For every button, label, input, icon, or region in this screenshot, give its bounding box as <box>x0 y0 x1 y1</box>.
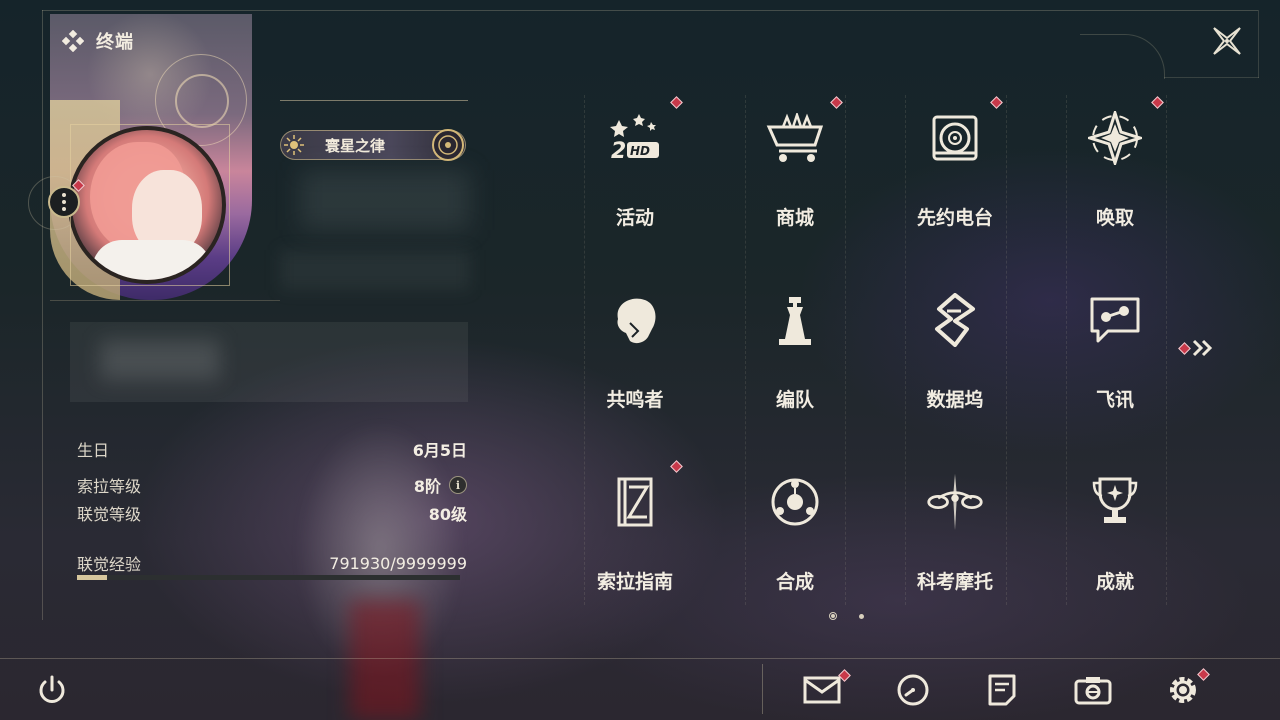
nameplate[interactable]: 寰星之律 <box>280 129 466 161</box>
menu-item-label: 科考摩托 <box>916 571 993 593</box>
app-header: 终端 <box>62 28 134 54</box>
resonator-head-icon <box>605 292 665 348</box>
frame-line-left <box>42 10 43 620</box>
convene-star-icon <box>1085 110 1145 166</box>
bottom-bar-divider <box>0 658 1280 659</box>
menu-item-guide[interactable]: 索拉指南 <box>555 454 715 604</box>
menu-item-data-dock[interactable]: 数据坞 <box>875 272 1035 422</box>
frame-line-right <box>1258 10 1259 78</box>
sun-icon <box>284 135 304 155</box>
settings-icon <box>1170 677 1196 703</box>
info-row-union-level: 联觉等级 80级 <box>77 501 467 525</box>
team-chess-icon <box>765 292 825 348</box>
info-icon[interactable]: i <box>449 476 467 494</box>
page-indicator-active[interactable] <box>829 612 837 620</box>
exp-progress-fill <box>77 575 108 580</box>
info-row-union-exp: 联觉经验 791930/9999999 <box>77 551 467 575</box>
menu-item-achievement[interactable]: 成就 <box>1035 454 1195 604</box>
svg-text:HD: HD <box>630 144 650 158</box>
menu-item-motorbike[interactable]: 科考摩托 <box>875 454 1035 604</box>
mail-icon <box>803 676 841 704</box>
motorbike-icon <box>925 473 985 531</box>
synthesis-icon <box>765 474 825 530</box>
nameplate-disc-icon <box>432 129 464 161</box>
menu-item-label: 共鸣者 <box>606 389 664 411</box>
menu-item-synthesis[interactable]: 合成 <box>715 454 875 604</box>
profile-menu-button[interactable] <box>48 186 80 218</box>
info-row-sola-level: 索拉等级 8阶 i <box>77 473 467 497</box>
page-title: 终端 <box>96 32 134 53</box>
camera-button[interactable] <box>1071 668 1115 712</box>
card-decoration-ring-inner <box>175 74 229 128</box>
nameplate-divider <box>280 100 468 101</box>
power-icon <box>39 675 65 703</box>
info-value: 791930/9999999 <box>329 553 467 573</box>
info-value: 6月5日 <box>412 441 467 460</box>
next-page-badge <box>1178 341 1191 355</box>
blurred-text-area-2 <box>280 250 470 290</box>
menu-item-label: 合成 <box>775 571 814 593</box>
menu-item-team[interactable]: 编队 <box>715 272 875 422</box>
chat-message-icon <box>1085 292 1145 348</box>
frame-line-top <box>42 10 1258 11</box>
menu-item-label: 商城 <box>775 207 814 229</box>
info-row-birthday: 生日 6月5日 <box>77 437 467 461</box>
close-icon <box>1213 27 1241 55</box>
frame-curve <box>1080 34 1165 79</box>
shop-cart-icon <box>765 110 825 166</box>
exp-progress-bar <box>77 575 460 580</box>
menu-item-resonator[interactable]: 共鸣者 <box>555 272 715 422</box>
menu-item-shop[interactable]: 商城 <box>715 90 875 240</box>
data-dock-icon <box>925 292 985 348</box>
bottom-bar-separator <box>762 664 763 714</box>
clock-icon <box>897 674 929 706</box>
menu-item-convene[interactable]: 唤取 <box>1035 90 1195 240</box>
frame-line-corner <box>1164 77 1259 78</box>
menu-item-message[interactable]: 飞讯 <box>1035 272 1195 422</box>
menu-item-label: 活动 <box>615 207 654 229</box>
info-value-wrap: 8阶 i <box>414 473 467 497</box>
avatar-dress <box>92 240 212 280</box>
clock-button[interactable] <box>891 668 935 712</box>
menu-item-radio[interactable]: 先约电台 <box>875 90 1035 240</box>
menu-item-label: 先约电台 <box>916 207 993 229</box>
profile-separator <box>50 300 280 301</box>
info-value: 80级 <box>428 505 467 524</box>
power-button[interactable] <box>30 668 74 712</box>
svg-text:2: 2 <box>611 139 626 164</box>
info-label: 联觉等级 <box>77 505 142 524</box>
menu-item-label: 飞讯 <box>1095 389 1134 411</box>
event-2hd-icon: 2 HD <box>605 110 665 166</box>
blurred-text-area <box>300 170 470 230</box>
close-button[interactable] <box>1208 22 1246 60</box>
guide-book-icon <box>605 474 665 530</box>
signature-blurred-block <box>70 322 468 402</box>
notice-button[interactable] <box>980 668 1024 712</box>
info-label: 联觉经验 <box>77 555 142 574</box>
info-value: 8阶 <box>413 477 441 496</box>
double-chevron-right-icon <box>1192 339 1213 357</box>
menu-item-label: 索拉指南 <box>596 571 673 593</box>
menu-item-event[interactable]: 2 HD 活动 <box>555 90 715 240</box>
trophy-icon <box>1085 474 1145 530</box>
terminal-diamonds-icon <box>62 30 84 52</box>
menu-item-label: 成就 <box>1095 571 1134 593</box>
info-label: 索拉等级 <box>77 477 142 496</box>
more-dots-icon <box>62 193 66 211</box>
notice-icon <box>988 674 1016 706</box>
page-indicator[interactable] <box>859 614 864 619</box>
info-label: 生日 <box>77 441 110 460</box>
radio-disc-icon <box>925 110 985 166</box>
camera-icon <box>1074 677 1112 705</box>
menu-item-label: 数据坞 <box>926 389 984 411</box>
background-red-cloth-blur <box>350 600 420 720</box>
avatar[interactable] <box>68 126 226 284</box>
menu-item-label: 唤取 <box>1095 207 1134 229</box>
nameplate-title: 寰星之律 <box>325 137 386 155</box>
menu-item-label: 编队 <box>775 389 814 411</box>
next-page-button[interactable] <box>1178 338 1215 358</box>
